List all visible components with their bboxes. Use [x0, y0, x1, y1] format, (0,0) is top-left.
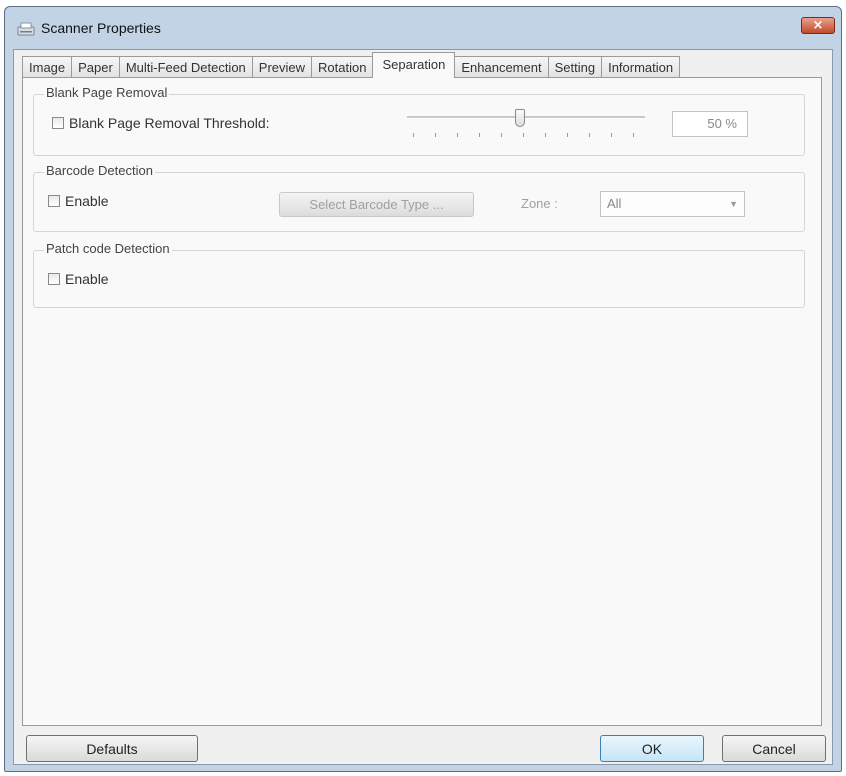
tab-multi-feed-detection[interactable]: Multi-Feed Detection: [118, 56, 253, 78]
tab-enhancement[interactable]: Enhancement: [454, 56, 549, 78]
scanner-properties-window: Scanner Properties × Image Paper Multi-F…: [4, 6, 842, 772]
window-title: Scanner Properties: [41, 20, 161, 36]
slider-tick: [611, 133, 612, 137]
tab-setting[interactable]: Setting: [547, 56, 603, 78]
defaults-button[interactable]: Defaults: [26, 735, 198, 762]
slider-tick: [633, 133, 634, 137]
patch-code-enable-checkbox[interactable]: [48, 273, 60, 285]
tab-preview[interactable]: Preview: [251, 56, 313, 78]
patch-code-detection-group: Patch code Detection Enable: [33, 241, 805, 308]
blank-page-threshold-option[interactable]: Blank Page Removal Threshold:: [52, 115, 270, 131]
title-bar[interactable]: Scanner Properties ×: [5, 7, 841, 49]
cancel-button[interactable]: Cancel: [722, 735, 826, 762]
slider-tick: [523, 133, 524, 137]
ok-button[interactable]: OK: [600, 735, 704, 762]
tab-strip: Image Paper Multi-Feed Detection Preview…: [22, 52, 681, 78]
checkbox-label: Enable: [65, 271, 109, 287]
group-title: Blank Page Removal: [44, 85, 170, 100]
barcode-detection-group: Barcode Detection Enable Select Barcode …: [33, 163, 805, 232]
tab-image[interactable]: Image: [22, 56, 73, 78]
barcode-enable-checkbox[interactable]: [48, 195, 60, 207]
threshold-slider[interactable]: [407, 109, 647, 141]
zone-selected-value: All: [607, 196, 622, 211]
slider-tick: [457, 133, 458, 137]
group-title: Barcode Detection: [44, 163, 155, 178]
zone-select[interactable]: All ▼: [600, 191, 745, 217]
separation-panel: Blank Page Removal Blank Page Removal Th…: [22, 77, 822, 726]
close-button[interactable]: ×: [801, 17, 835, 34]
slider-tick: [435, 133, 436, 137]
threshold-value-field[interactable]: 50 %: [672, 111, 748, 137]
barcode-enable-option[interactable]: Enable: [48, 193, 109, 209]
tab-rotation[interactable]: Rotation: [311, 56, 374, 78]
scanner-icon: [17, 22, 35, 36]
slider-thumb[interactable]: [515, 109, 525, 127]
slider-tick: [413, 133, 414, 137]
tab-paper[interactable]: Paper: [71, 56, 120, 78]
tab-information[interactable]: Information: [601, 56, 681, 78]
dialog-client-area: Image Paper Multi-Feed Detection Preview…: [13, 49, 833, 765]
checkbox-label: Enable: [65, 193, 109, 209]
zone-label: Zone :: [521, 196, 558, 211]
blank-page-threshold-checkbox[interactable]: [52, 117, 64, 129]
select-barcode-type-button[interactable]: Select Barcode Type ...: [279, 192, 474, 217]
slider-tick: [479, 133, 480, 137]
blank-page-removal-group: Blank Page Removal Blank Page Removal Th…: [33, 85, 805, 156]
patch-code-enable-option[interactable]: Enable: [48, 271, 109, 287]
close-icon: ×: [812, 18, 824, 33]
slider-tick: [501, 133, 502, 137]
slider-tick: [589, 133, 590, 137]
checkbox-label: Blank Page Removal Threshold:: [69, 115, 270, 131]
slider-tick: [567, 133, 568, 137]
tab-separation[interactable]: Separation: [372, 52, 456, 78]
chevron-down-icon[interactable]: ▼: [729, 192, 738, 216]
slider-tick: [545, 133, 546, 137]
group-title: Patch code Detection: [44, 241, 172, 256]
slider-track[interactable]: [407, 116, 645, 119]
